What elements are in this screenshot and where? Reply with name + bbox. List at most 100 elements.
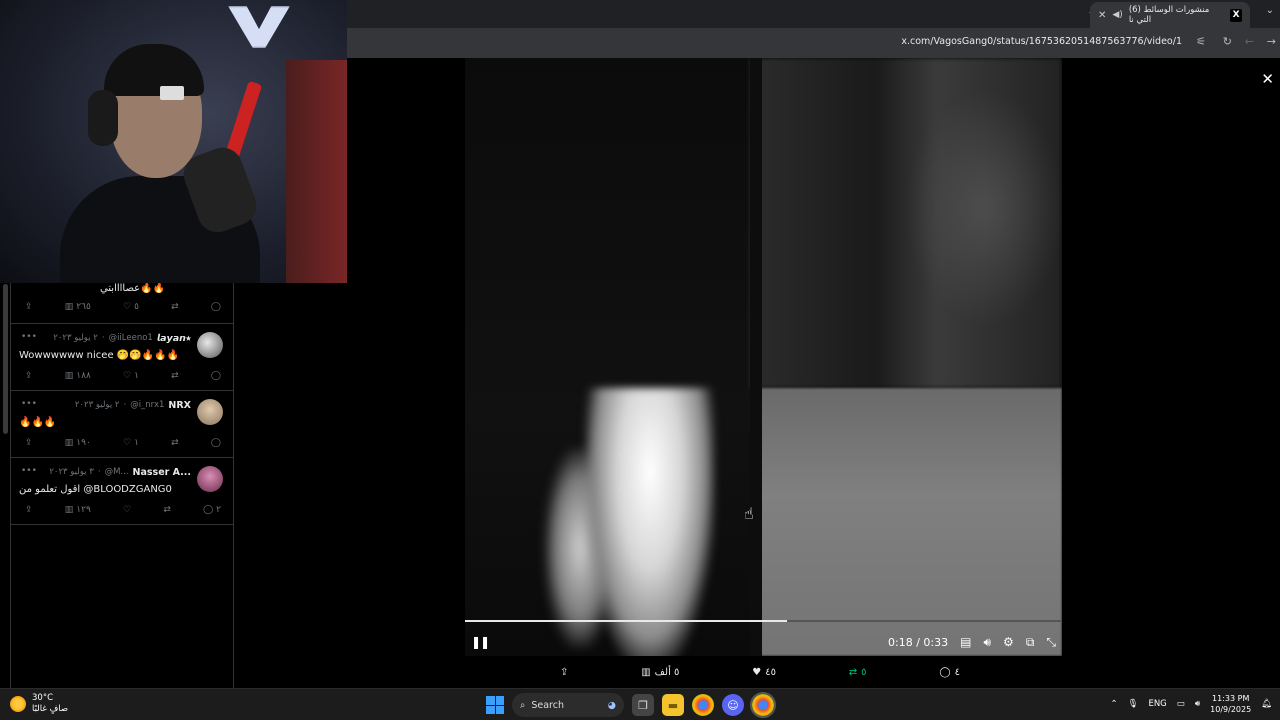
discord-icon[interactable]: ☺	[722, 694, 744, 716]
more-icon[interactable]: •••	[21, 466, 37, 476]
reply-button[interactable]: ◯ ٤	[939, 667, 960, 678]
clock-time: 11:33 PM	[1212, 694, 1250, 703]
views-count: ١٩٠	[76, 438, 91, 448]
retweet-icon[interactable]: ⇄	[171, 371, 179, 381]
url-field[interactable]: x.com/VagosGang0/status/1675362051487563…	[901, 36, 1182, 47]
likes-count: ١	[134, 438, 139, 448]
clock[interactable]: 11:33 PM 10/9/2025	[1210, 693, 1251, 715]
video-progress-bar[interactable]	[465, 620, 1062, 622]
tweet-author[interactable]: NRX	[168, 400, 191, 411]
likes-count: ١	[134, 371, 139, 381]
search-icon: ⌕	[520, 699, 526, 711]
share-icon[interactable]: ⇪	[25, 371, 33, 381]
retweet-icon[interactable]: ⇄	[163, 505, 171, 515]
settings-gear-icon[interactable]: ⚙	[1003, 635, 1014, 649]
task-view-icon[interactable]: ❐	[632, 694, 654, 716]
share-icon[interactable]: ⇪	[25, 302, 33, 312]
tweet[interactable]: ••• ٢ يوليو ٢٠٢٣ · @i_nrx1 NRX 🔥🔥🔥 ⇪ ▥ ١٩…	[11, 391, 233, 458]
tweet-text: 🔥🔥🔥	[19, 417, 57, 428]
reload-icon[interactable]: ↻	[1223, 35, 1232, 48]
weather-widget[interactable]: 30°C صافٍ غالبًا	[10, 693, 68, 715]
tweet[interactable]: عصاااابتي🔥🔥 ⇪ ▥ ٢٦٥ ♡ ٥ ⇄ ◯	[11, 283, 233, 324]
address-bar: x.com/VagosGang0/status/1675362051487563…	[347, 28, 1280, 58]
microphone-icon[interactable]: 🎙︎	[1128, 699, 1139, 709]
heart-icon: ♥	[752, 666, 762, 678]
tweet[interactable]: ••• ٢ يوليو ٢٠٢٣ · @iiLeeno1 𝙡𝙖𝙮𝙖𝙣⭑ Woww…	[11, 324, 233, 391]
speaker-icon[interactable]: 🔊︎	[1195, 699, 1200, 709]
windows-start-icon[interactable]	[486, 696, 504, 714]
retweet-button[interactable]: ⇄ ٥	[849, 667, 867, 678]
reply-icon[interactable]: ◯	[211, 438, 221, 448]
tweet[interactable]: ••• ٣ يوليو ٢٠٢٣ · @M... Nasser A... اقو…	[11, 458, 233, 525]
retweet-icon[interactable]: ⇄	[171, 438, 179, 448]
reply-icon: ◯	[939, 666, 951, 678]
views-button[interactable]: ▥ ١٩٠	[65, 438, 91, 448]
like-icon[interactable]: ♡	[123, 505, 131, 515]
weather-condition: صافٍ غالبًا	[32, 704, 69, 714]
like-button[interactable]: ♡ ١	[123, 438, 139, 448]
chevron-up-icon[interactable]: ⌃	[1111, 699, 1118, 709]
reply-icon[interactable]: ◯	[211, 371, 221, 381]
reply-icon[interactable]: ◯	[211, 302, 221, 312]
tweet-author[interactable]: 𝙡𝙖𝙮𝙖𝙣⭑	[157, 333, 191, 344]
like-button[interactable]: ♡ ١	[123, 371, 139, 381]
avatar[interactable]	[197, 466, 223, 492]
views-button[interactable]: ▥ ٢٦٥	[65, 302, 91, 312]
video-player[interactable]: ☝	[465, 58, 1062, 656]
more-icon[interactable]: •••	[21, 332, 37, 342]
views-button[interactable]: ▥ ٥ ألف	[641, 667, 679, 678]
likes-count: ٤٥	[765, 666, 776, 678]
pause-icon[interactable]: ❚❚	[471, 635, 490, 649]
chrome-active-icon[interactable]	[750, 692, 776, 718]
like-button[interactable]: ♥ ٤٥	[752, 667, 776, 678]
language-indicator[interactable]: ENG	[1148, 699, 1166, 709]
taskbar-search[interactable]: ⌕ Search ◕	[512, 693, 624, 717]
avatar[interactable]	[197, 399, 223, 425]
heart-icon: ♡	[123, 438, 132, 448]
more-icon[interactable]: •••	[21, 399, 37, 409]
browser-tab[interactable]: ✕ ◀) (6) منشورات الوسائط التي نا X	[1090, 2, 1250, 28]
tweet-actions: ⇪ ▥ ١٨٨ ♡ ١ ⇄ ◯	[19, 369, 225, 383]
tweet-header: ٢ يوليو ٢٠٢٣ · @i_nrx1 NRX	[19, 397, 191, 413]
reply-button[interactable]: ◯ ٢	[203, 505, 221, 515]
sun-icon	[10, 696, 26, 712]
tweet-handle[interactable]: @i_nrx1	[130, 400, 164, 410]
like-button[interactable]: ♡ ٥	[123, 302, 139, 312]
share-icon[interactable]: ⇪	[25, 438, 33, 448]
views-icon: ▥	[64, 438, 74, 448]
tweet-text: اقول تعلمو من @BLOODZGANG0	[19, 484, 172, 495]
network-icon[interactable]: ▭	[1177, 699, 1185, 709]
windows-taskbar: 30°C صافٍ غالبًا ⌕ Search ◕ ❐ ▬ ☺ ⌃ 🎙︎ E…	[0, 688, 1280, 720]
neon-light	[228, 6, 290, 48]
retweet-icon[interactable]: ⇄	[171, 302, 179, 312]
forward-arrow-icon[interactable]: →	[1267, 35, 1276, 48]
tweet-author[interactable]: Nasser A...	[133, 467, 191, 478]
share-icon[interactable]: ⇪	[25, 505, 33, 515]
tweet-date: ٢ يوليو ٢٠٢٣	[53, 333, 98, 343]
file-explorer-icon[interactable]: ▬	[662, 694, 684, 716]
tab-audio-icon[interactable]: ◀)	[1112, 10, 1122, 20]
avatar[interactable]	[197, 332, 223, 358]
captions-icon[interactable]: ▤	[960, 635, 971, 649]
cap-logo	[160, 86, 184, 100]
tweet-handle[interactable]: @M...	[105, 467, 129, 477]
volume-icon[interactable]: 🔊︎	[983, 635, 991, 650]
tweet-text: عصاااابتي🔥🔥	[99, 283, 165, 294]
fullscreen-exit-icon[interactable]: ⤡	[1046, 635, 1056, 650]
replies-timeline: عصاااابتي🔥🔥 ⇪ ▥ ٢٦٥ ♡ ٥ ⇄ ◯ ••• ٢ يوليو ٢٠…	[10, 283, 234, 688]
tweet-date: ٣ يوليو ٢٠٢٣	[49, 467, 94, 477]
share-icon[interactable]: ⇪	[560, 667, 568, 678]
views-button[interactable]: ▥ ١٨٨	[65, 371, 91, 381]
views-button[interactable]: ▥ ١٢٩	[65, 505, 91, 515]
notification-bell-icon[interactable]: 🔔︎	[1261, 699, 1272, 709]
scrollbar[interactable]	[3, 284, 8, 434]
tab-search-icon[interactable]: ⌄	[1266, 5, 1274, 16]
pip-icon[interactable]: ⧉	[1026, 635, 1035, 650]
back-arrow-icon[interactable]: ←	[1245, 35, 1254, 48]
site-settings-icon[interactable]: ⚟	[1196, 35, 1206, 48]
tweet-handle[interactable]: @iiLeeno1	[109, 333, 153, 343]
tab-close-icon[interactable]: ✕	[1098, 10, 1106, 21]
chrome-icon[interactable]	[692, 694, 714, 716]
streamer-cap	[104, 44, 204, 96]
close-icon[interactable]: ✕	[1261, 70, 1274, 88]
